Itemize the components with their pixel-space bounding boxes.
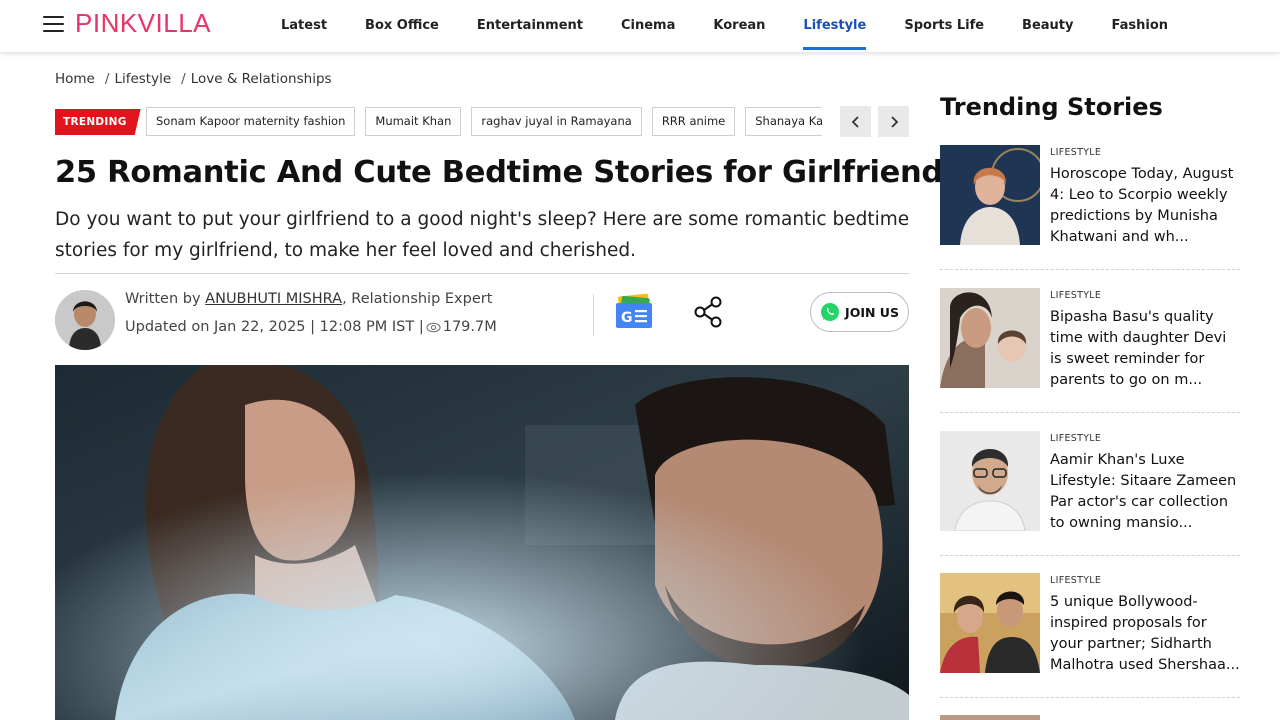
nav-beauty[interactable]: Beauty — [1003, 0, 1092, 52]
site-header: PINKVILLA Latest Box Office Entertainmen… — [0, 0, 1280, 52]
nav-fashion[interactable]: Fashion — [1093, 0, 1188, 52]
view-count: 179.7M — [442, 319, 497, 335]
trending-chip[interactable]: raghav juyal in Ramayana — [471, 107, 642, 136]
breadcrumb-separator: / — [181, 71, 186, 87]
author-link[interactable]: ANUBHUTI MISHRA — [205, 291, 342, 307]
nav-latest[interactable]: Latest — [262, 0, 346, 52]
written-by-label: Written by — [125, 291, 206, 307]
story-category: LIFESTYLE — [1050, 433, 1102, 444]
nav-korean[interactable]: Korean — [694, 0, 784, 52]
story-thumbnail — [940, 145, 1040, 245]
nav-sports-life[interactable]: Sports Life — [885, 0, 1003, 52]
article-subtitle: Do you want to put your girlfriend to a … — [55, 209, 910, 261]
update-info: Updated on Jan 22, 2025 | 12:08 PM IST |… — [125, 319, 497, 335]
divider — [593, 294, 594, 336]
join-us-button[interactable]: JOIN US — [810, 292, 909, 332]
trending-prev-button[interactable] — [840, 106, 871, 137]
join-us-label: JOIN US — [845, 304, 899, 320]
eye-icon — [426, 322, 441, 332]
trending-story-card[interactable]: LIFESTYLE 5 unique Bollywood-inspired pr… — [940, 573, 1240, 703]
trending-chip[interactable]: Sonam Kapoor maternity fashion — [146, 107, 356, 136]
trending-story-card[interactable]: LIFESTYLE Horoscope Today, August 4: Leo… — [940, 145, 1240, 275]
trending-chip[interactable]: Shanaya Kapoor — [745, 107, 822, 136]
whatsapp-icon — [821, 303, 840, 321]
svg-text:G: G — [621, 310, 633, 326]
trending-chips: Sonam Kapoor maternity fashion Mumait Kh… — [146, 107, 822, 137]
story-title[interactable]: Aamir Khan's Luxe Lifestyle: Sitaare Zam… — [1050, 450, 1242, 534]
trending-stories-title: Trending Stories — [940, 93, 1163, 121]
story-title[interactable]: Horoscope Today, August 4: Leo to Scorpi… — [1050, 164, 1242, 248]
breadcrumb-love-relationships[interactable]: Love & Relationships — [191, 71, 332, 87]
nav-entertainment[interactable]: Entertainment — [458, 0, 602, 52]
share-icon[interactable] — [692, 295, 726, 329]
nav-lifestyle[interactable]: Lifestyle — [784, 0, 885, 52]
trending-story-card[interactable]: LIFESTYLE Aamir Khan's Luxe Lifestyle: S… — [940, 431, 1240, 561]
article-hero-image — [55, 365, 909, 720]
byline: Written by ANUBHUTI MISHRA, Relationship… — [125, 291, 492, 307]
chevron-right-icon — [890, 115, 898, 128]
main-nav: Latest Box Office Entertainment Cinema K… — [262, 0, 1187, 52]
author-avatar[interactable] — [55, 290, 115, 350]
breadcrumb-separator: / — [104, 71, 110, 87]
author-role: , Relationship Expert — [342, 291, 493, 307]
divider — [940, 555, 1240, 556]
story-category: LIFESTYLE — [1050, 290, 1102, 301]
story-category: LIFESTYLE — [1050, 575, 1102, 586]
story-title[interactable]: 5 unique Bollywood-inspired proposals fo… — [1050, 592, 1242, 676]
updated-date: Updated on Jan 22, 2025 | 12:08 PM IST | — [125, 319, 424, 335]
breadcrumb-lifestyle[interactable]: Lifestyle — [114, 71, 171, 87]
breadcrumb-home[interactable]: Home — [55, 71, 95, 87]
story-thumbnail — [940, 715, 1040, 720]
nav-box-office[interactable]: Box Office — [346, 0, 458, 52]
breadcrumb: Home / Lifestyle / Love & Relationships — [55, 71, 332, 87]
story-title[interactable]: Bipasha Basu's quality time with daughte… — [1050, 307, 1242, 391]
nav-cinema[interactable]: Cinema — [602, 0, 694, 52]
site-logo[interactable]: PINKVILLA — [75, 8, 211, 39]
chevron-left-icon — [851, 115, 859, 128]
story-category: LIFESTYLE — [1050, 147, 1102, 158]
trending-chip[interactable]: RRR anime — [651, 107, 736, 136]
article-title: 25 Romantic And Cute Bedtime Stories for… — [55, 155, 943, 190]
trending-badge: TRENDING — [55, 109, 141, 135]
menu-icon[interactable] — [43, 16, 64, 32]
google-news-icon[interactable]: G — [613, 293, 655, 331]
divider — [940, 412, 1240, 413]
trending-story-card[interactable]: LIFESTYLE Bipasha Basu's quality time wi… — [940, 288, 1240, 418]
divider — [55, 273, 909, 274]
divider — [940, 269, 1240, 270]
story-thumbnail — [940, 573, 1040, 673]
divider — [940, 697, 1240, 698]
story-thumbnail — [940, 288, 1040, 388]
story-thumbnail — [940, 431, 1040, 531]
trending-chip[interactable]: Mumait Khan — [365, 107, 462, 136]
trending-next-button[interactable] — [878, 106, 909, 137]
